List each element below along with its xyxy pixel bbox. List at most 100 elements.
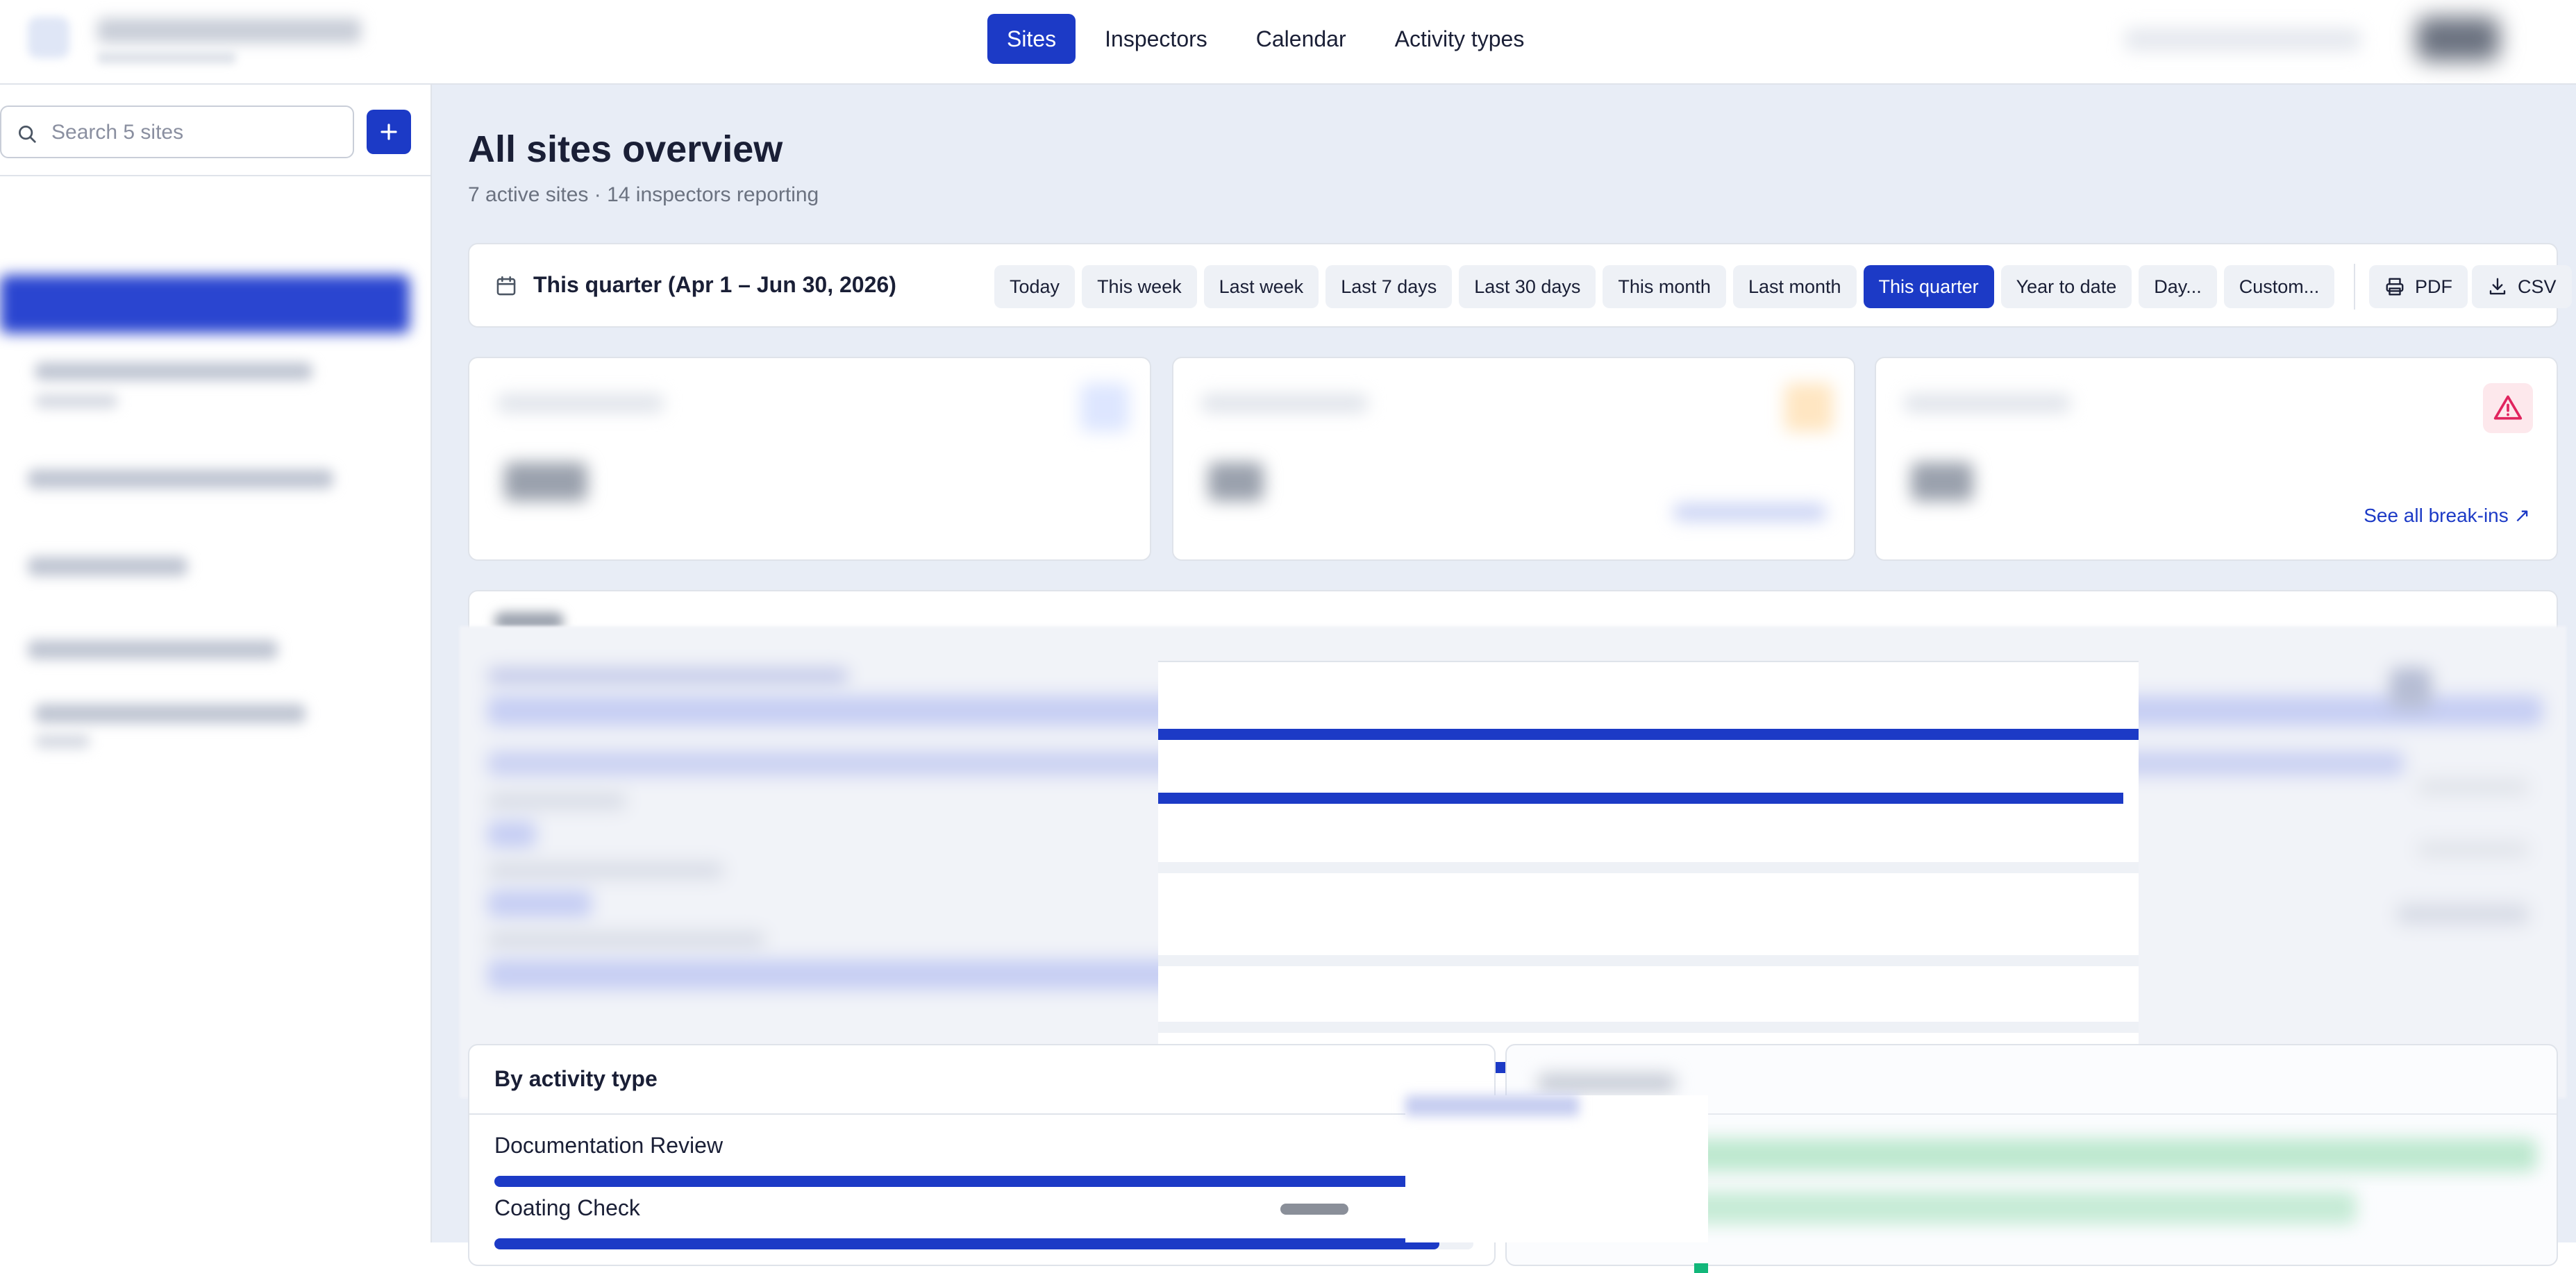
site-name-redacted <box>28 469 333 489</box>
stat-value-redacted <box>504 462 587 501</box>
add-site-button[interactable] <box>367 110 411 154</box>
date-range-bar: This quarter (Apr 1 – Jun 30, 2026) Toda… <box>468 243 2572 328</box>
range-custom-button[interactable]: Custom... <box>2223 265 2335 308</box>
site-meta-redacted <box>35 734 90 748</box>
export-pdf-button[interactable]: PDF <box>2369 265 2468 308</box>
site-search-input[interactable] <box>51 117 343 149</box>
toolbar-separator <box>2354 264 2355 310</box>
site-item-redacted[interactable] <box>0 629 430 677</box>
activity-row-label: Coating Check <box>494 1195 640 1220</box>
row-value-redacted <box>2390 668 2432 709</box>
brand-subtitle-redacted <box>97 51 236 64</box>
avatar[interactable] <box>2416 17 2500 61</box>
range-year-to-date-button[interactable]: Year to date <box>2000 265 2132 308</box>
site-item-redacted[interactable] <box>0 546 430 594</box>
fragment-rail <box>1158 955 2139 966</box>
stat-value-redacted <box>1911 462 1973 501</box>
brand-logo <box>28 17 69 58</box>
row-label-redacted <box>487 793 626 809</box>
download-icon <box>2489 278 2506 295</box>
stat-icon-redacted <box>1080 383 1129 432</box>
user-info-redacted <box>2125 28 2361 51</box>
stat-card-redacted <box>468 357 1151 561</box>
right-panel-fragment <box>1405 1095 1708 1273</box>
activity-row-label: Documentation Review <box>494 1133 724 1158</box>
nav-inspectors[interactable]: Inspectors <box>1085 14 1227 64</box>
site-item-redacted[interactable] <box>0 458 430 507</box>
page-subtitle: 7 active sites · 14 inspectors reporting <box>468 183 819 206</box>
row-label-redacted <box>487 862 724 879</box>
range-presets: Today This week Last week Last 7 days La… <box>994 265 2335 308</box>
site-name-redacted <box>28 557 187 576</box>
fragment-rail <box>1158 1022 2139 1033</box>
stat-icon-redacted <box>1784 383 1833 432</box>
brand-name-redacted <box>97 18 361 43</box>
breakins-warning-chip <box>2483 383 2533 433</box>
sites-sidebar <box>0 85 432 1242</box>
warning-icon <box>2493 395 2523 420</box>
activity-row-track <box>494 1176 1473 1187</box>
stat-card-redacted <box>1172 357 1855 561</box>
stat-link-redacted[interactable] <box>1673 504 1826 521</box>
breakdown-bars-fragment <box>1158 661 2139 1098</box>
user-area-redacted <box>2125 17 2514 61</box>
breakdown-panel-header-redacted <box>468 590 2558 629</box>
site-name-redacted <box>28 640 278 659</box>
see-all-breakins-link[interactable]: See all break-ins ↗ <box>2364 504 2530 527</box>
range-last-7-days-button[interactable]: Last 7 days <box>1325 265 1453 308</box>
fragment-top-rule <box>1158 661 2139 662</box>
fragment-bar <box>1158 729 2139 740</box>
stat-value-redacted <box>1208 462 1264 501</box>
site-search-box <box>0 106 354 158</box>
fragment-blur-redacted <box>1405 1095 1579 1116</box>
range-this-month-button[interactable]: This month <box>1603 265 1726 308</box>
panel-title-redacted <box>1537 1073 1676 1093</box>
site-item-selected-redacted[interactable] <box>0 275 430 333</box>
range-today-button[interactable]: Today <box>994 265 1076 308</box>
range-this-quarter-button[interactable]: This quarter <box>1863 265 1994 308</box>
breakins-stat-card: See all break-ins ↗ <box>1875 357 2558 561</box>
range-last-week-button[interactable]: Last week <box>1203 265 1319 308</box>
row-label-redacted <box>487 668 848 684</box>
row-value-redacted <box>2418 841 2529 858</box>
range-last-30-days-button[interactable]: Last 30 days <box>1459 265 1596 308</box>
site-name-redacted <box>35 362 312 380</box>
fragment-green-bar <box>1694 1263 1708 1273</box>
site-list <box>0 187 430 882</box>
brand[interactable] <box>28 8 375 64</box>
activity-row-track <box>494 1238 1473 1249</box>
site-meta-redacted <box>35 394 118 408</box>
activity-type-panel: By activity type Documentation Review 17… <box>468 1044 1496 1266</box>
nav-sites[interactable]: Sites <box>987 14 1076 64</box>
main-nav: Sites Inspectors Calendar Activity types <box>987 14 1544 64</box>
stat-label-redacted <box>1904 394 2071 412</box>
export-pdf-label: PDF <box>2415 276 2452 297</box>
site-item-redacted[interactable] <box>0 694 430 770</box>
printer-icon <box>2386 278 2404 296</box>
range-this-week-button[interactable]: This week <box>1082 265 1197 308</box>
site-item-selected-bg <box>0 275 410 333</box>
fragment-bar <box>1158 793 2123 804</box>
activity-panel-title: By activity type <box>494 1066 658 1091</box>
calendar-icon <box>496 276 516 296</box>
activity-row-tooltip-handle <box>1280 1204 1348 1215</box>
export-csv-button[interactable]: CSV <box>2472 265 2572 308</box>
range-last-month-button[interactable]: Last month <box>1732 265 1857 308</box>
stat-label-redacted <box>497 394 664 412</box>
activity-row-bar <box>494 1176 1473 1187</box>
row-value-redacted <box>2397 904 2529 925</box>
activity-panel-divider <box>469 1113 1494 1115</box>
nav-calendar[interactable]: Calendar <box>1237 14 1366 64</box>
plus-icon <box>380 124 397 140</box>
nav-activity-types[interactable]: Activity types <box>1375 14 1544 64</box>
sidebar-divider <box>0 175 430 176</box>
row-bar-redacted <box>487 820 536 848</box>
current-range-label: This quarter (Apr 1 – Jun 30, 2026) <box>533 272 896 297</box>
row-value-redacted <box>2418 779 2529 795</box>
main-content: All sites overview 7 active sites · 14 i… <box>432 85 2576 1273</box>
range-day-picker-button[interactable]: Day... <box>2139 265 2217 308</box>
site-name-redacted <box>35 704 306 723</box>
row-label-redacted <box>487 931 765 948</box>
site-item-redacted[interactable] <box>0 351 430 428</box>
fragment-rail <box>1158 862 2139 873</box>
